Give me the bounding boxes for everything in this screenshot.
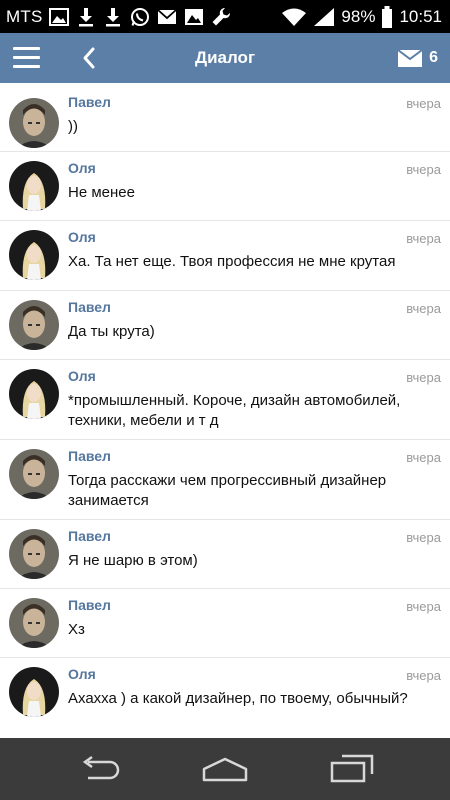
avatar-pavel (9, 529, 59, 579)
nav-back-button[interactable] (76, 753, 124, 785)
message-text: Я не шарю в этом) (68, 552, 198, 569)
message-time: вчера (406, 96, 441, 111)
message-text: Тогда расскажи чем прогрессивный дизайне… (68, 472, 387, 509)
message-list: Павел вчера )) Оля вчера Не менее Оля вч… (0, 83, 450, 738)
message-author: Оля (68, 160, 96, 176)
avatar[interactable] (9, 449, 59, 499)
message-author: Оля (68, 368, 96, 384)
message-author: Павел (68, 528, 111, 544)
message-text: Ахахха ) а какой дизайнер, по твоему, об… (68, 690, 408, 707)
avatar[interactable] (9, 598, 59, 648)
message-time: вчера (406, 301, 441, 316)
home-icon (202, 757, 248, 782)
message-text: Ха. Та нет еще. Твоя профессия не мне кр… (68, 253, 396, 270)
status-bar-left: MTS (6, 0, 231, 33)
avatar-pavel (9, 98, 59, 148)
message-author: Павел (68, 448, 111, 464)
message-text: Хз (68, 621, 85, 638)
whatsapp-icon (130, 7, 150, 27)
message-author: Оля (68, 229, 96, 245)
download-icon (103, 7, 123, 27)
back-icon (82, 755, 120, 780)
battery-percent: 98% (341, 6, 376, 26)
list-item[interactable]: Павел вчера Хз (0, 589, 450, 658)
list-item[interactable]: Оля вчера Ахахха ) а какой дизайнер, по … (0, 658, 450, 738)
messages-button[interactable]: 6 (397, 46, 438, 70)
avatar[interactable] (9, 667, 59, 717)
avatar-olya (9, 161, 59, 211)
status-bar: MTS 98% 10:51 (0, 0, 450, 33)
list-item[interactable]: Павел вчера Да ты крута) (0, 291, 450, 360)
avatar-olya (9, 369, 59, 419)
avatar-pavel (9, 598, 59, 648)
avatar-pavel (9, 300, 59, 350)
image-icon (49, 7, 70, 27)
avatar[interactable] (9, 369, 59, 419)
message-time: вчера (406, 370, 441, 385)
mail-icon (157, 7, 178, 27)
message-time: вчера (406, 231, 441, 246)
nav-recent-apps-button[interactable] (328, 753, 376, 785)
message-text: Да ты крута) (68, 323, 155, 340)
download-icon (76, 7, 96, 27)
message-author: Павел (68, 597, 111, 613)
recent-apps-icon (330, 754, 374, 783)
wrench-icon (211, 7, 231, 27)
signal-icon (313, 7, 335, 27)
nav-home-button[interactable] (201, 753, 249, 785)
avatar-olya (9, 667, 59, 717)
envelope-icon (397, 48, 423, 67)
carrier-name: MTS (6, 6, 43, 26)
message-time: вчера (406, 162, 441, 177)
gallery-icon (184, 7, 204, 27)
wifi-icon (281, 7, 307, 27)
message-time: вчера (406, 450, 441, 465)
clock: 10:51 (399, 6, 442, 26)
list-item[interactable]: Оля вчера Ха. Та нет еще. Твоя профессия… (0, 221, 450, 291)
avatar[interactable] (9, 161, 59, 211)
list-item[interactable]: Павел вчера Тогда расскажи чем прогресси… (0, 440, 450, 520)
avatar-olya (9, 230, 59, 280)
message-author: Оля (68, 666, 96, 682)
message-author: Павел (68, 299, 111, 315)
avatar[interactable] (9, 230, 59, 280)
avatar[interactable] (9, 98, 59, 148)
avatar-pavel (9, 449, 59, 499)
message-time: вчера (406, 599, 441, 614)
navigation-bar (0, 738, 450, 800)
list-item[interactable]: Оля вчера Не менее (0, 152, 450, 221)
message-time: вчера (406, 530, 441, 545)
avatar[interactable] (9, 529, 59, 579)
unread-count-badge: 6 (429, 49, 438, 66)
message-text: )) (68, 118, 78, 135)
list-item[interactable]: Павел вчера )) (0, 83, 450, 152)
avatar[interactable] (9, 300, 59, 350)
message-time: вчера (406, 668, 441, 683)
message-author: Павел (68, 94, 111, 110)
message-text: Не менее (68, 184, 135, 201)
app-header: Диалог 6 (0, 33, 450, 83)
page-title: Диалог (194, 48, 256, 67)
message-text: *промышленный. Короче, дизайн автомобиле… (68, 392, 401, 429)
list-item[interactable]: Павел вчера Я не шарю в этом) (0, 520, 450, 589)
battery-icon (381, 5, 393, 28)
list-item[interactable]: Оля вчера *промышленный. Короче, дизайн … (0, 360, 450, 440)
status-bar-right: 98% 10:51 (281, 0, 442, 33)
